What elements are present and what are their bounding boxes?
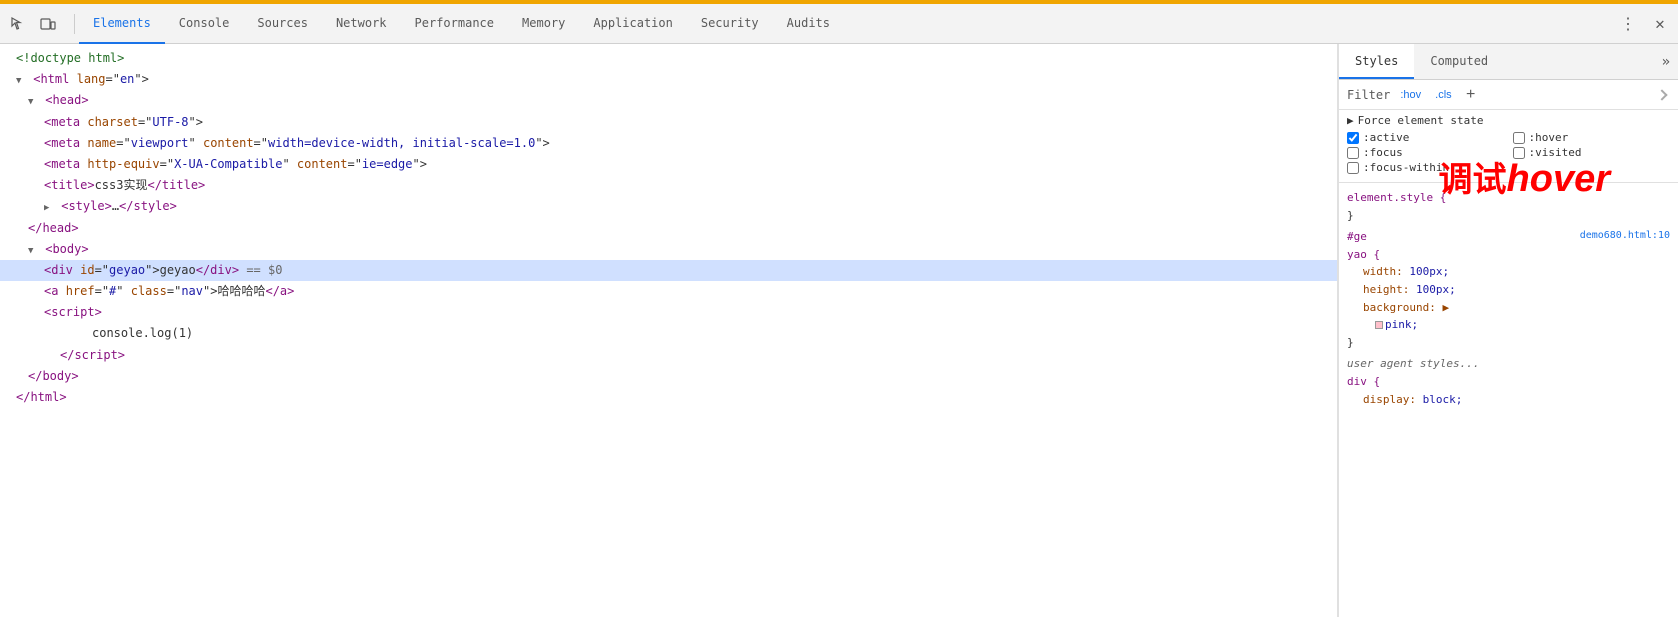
dom-line-console-log[interactable]: console.log(1) (0, 323, 1337, 344)
force-visited-checkbox[interactable] (1513, 147, 1525, 159)
element-style-rule: element.style { } (1339, 187, 1678, 226)
dom-line-title[interactable]: <title>css3实现</title> (0, 175, 1337, 196)
user-agent-rule: user agent styles... div { display: bloc… (1339, 353, 1678, 410)
dom-line-script-close[interactable]: </script> (0, 345, 1337, 366)
tab-sources[interactable]: Sources (243, 4, 322, 44)
force-focus-within-checkbox[interactable] (1347, 162, 1359, 174)
add-style-rule-button[interactable]: + (1462, 86, 1480, 104)
force-active-label: :active (1363, 131, 1409, 144)
force-focus-within-label: :focus-within (1363, 161, 1449, 174)
display-prop: display: block; (1347, 393, 1462, 406)
element-style-selector: element.style { (1347, 191, 1446, 204)
dom-line-head-close[interactable]: </head> (0, 218, 1337, 239)
device-toolbar-icon[interactable] (34, 10, 62, 38)
background-prop: background: ▶ (1347, 301, 1449, 314)
toolbar-divider (74, 14, 75, 34)
close-devtools-icon[interactable]: ✕ (1646, 10, 1674, 38)
right-panel-tabs: Styles Computed » (1339, 44, 1678, 80)
background-value: pink; (1347, 318, 1418, 331)
tab-application[interactable]: Application (579, 4, 686, 44)
main-content: <!doctype html> ▼ <html lang="en"> ▼ <he… (0, 44, 1678, 617)
div-selector: div { (1347, 375, 1380, 388)
force-focus-label: :focus (1363, 146, 1403, 159)
geyao-rule: #ge demo680.html:10 yao { width: 100px; h… (1339, 226, 1678, 353)
dom-line-script[interactable]: <script> (0, 302, 1337, 323)
height-prop: height: 100px; (1347, 283, 1456, 296)
tab-list: Elements Console Sources Network Perform… (79, 4, 1614, 44)
force-state-label: Force element state (1358, 114, 1484, 127)
force-active-item: :active (1347, 131, 1505, 144)
force-visited-label: :visited (1529, 146, 1582, 159)
filter-bar: Filter :hov .cls + (1339, 80, 1678, 110)
dom-line-meta-charset[interactable]: <meta charset="UTF-8"> (0, 112, 1337, 133)
force-focus-within-item: :focus-within (1347, 161, 1505, 174)
geyao-selector-suffix: yao { (1347, 248, 1380, 261)
force-hover-label: :hover (1529, 131, 1569, 144)
toolbar-icons (4, 10, 62, 38)
dom-line-meta-viewport[interactable]: <meta name="viewport" content="width=dev… (0, 133, 1337, 154)
expand-tabs-icon[interactable]: » (1654, 44, 1678, 79)
geyao-selector-prefix: #ge (1347, 230, 1367, 243)
force-state-triangle: ▶ (1347, 114, 1354, 127)
dom-panel: <!doctype html> ▼ <html lang="en"> ▼ <he… (0, 44, 1338, 617)
geyao-rule-close: } (1347, 336, 1354, 349)
force-visited-item: :visited (1513, 146, 1671, 159)
force-focus-item: :focus (1347, 146, 1505, 159)
tab-styles[interactable]: Styles (1339, 44, 1414, 79)
tab-memory[interactable]: Memory (508, 4, 579, 44)
html-tag: <html (33, 72, 76, 86)
head-tag: <head> (45, 93, 88, 107)
dom-line-div-geyao[interactable]: <div id="geyao">geyao</div> == $0 (0, 260, 1337, 281)
right-panel: 调试hover Styles Computed » Filter :hov .c… (1338, 44, 1678, 617)
force-hover-button[interactable]: :hov (1396, 88, 1425, 102)
force-state-grid: :active :hover :focus :visited :focus-wi… (1347, 127, 1670, 178)
dom-line-head[interactable]: ▼ <head> (0, 90, 1337, 111)
geyao-source[interactable]: demo680.html:10 (1580, 228, 1670, 244)
dom-line-meta-compat[interactable]: <meta http-equiv="X-UA-Compatible" conte… (0, 154, 1337, 175)
dom-line-style[interactable]: ▶ <style>…</style> (0, 196, 1337, 217)
force-state-header[interactable]: ▶ Force element state (1347, 114, 1670, 127)
select-element-icon[interactable] (4, 10, 32, 38)
html-close: "> (134, 72, 148, 86)
filter-label: Filter (1347, 88, 1390, 102)
force-hover-checkbox[interactable] (1513, 132, 1525, 144)
html-lang-attr: lang (77, 72, 106, 86)
tab-console[interactable]: Console (165, 4, 244, 44)
dom-line-html-close[interactable]: </html> (0, 387, 1337, 408)
tab-audits[interactable]: Audits (773, 4, 844, 44)
doctype-text: <!doctype html> (16, 51, 124, 65)
tab-security[interactable]: Security (687, 4, 773, 44)
triangle-style[interactable]: ▶ (44, 201, 54, 215)
html-lang-value: en (120, 72, 134, 86)
user-agent-label: user agent styles... (1347, 357, 1479, 370)
tab-computed[interactable]: Computed (1414, 44, 1504, 79)
styles-content: element.style { } #ge demo680.html:10 yao… (1339, 183, 1678, 617)
force-element-state-section: ▶ Force element state :active :hover :fo… (1339, 110, 1678, 183)
devtools-toolbar: Elements Console Sources Network Perform… (0, 4, 1678, 44)
dom-line-body[interactable]: ▼ <body> (0, 239, 1337, 260)
pink-swatch (1375, 321, 1383, 329)
width-prop: width: 100px; (1347, 265, 1449, 278)
tab-network[interactable]: Network (322, 4, 401, 44)
tab-elements[interactable]: Elements (79, 4, 165, 44)
force-active-checkbox[interactable] (1347, 132, 1359, 144)
triangle-html[interactable]: ▼ (16, 74, 26, 88)
force-cls-button[interactable]: .cls (1431, 88, 1456, 102)
dom-line-body-close[interactable]: </body> (0, 366, 1337, 387)
meta-charset-tag: <meta (44, 115, 87, 129)
scroll-indicator-icon (1656, 89, 1667, 100)
tab-performance[interactable]: Performance (401, 4, 508, 44)
more-options-icon[interactable]: ⋮ (1614, 10, 1642, 38)
triangle-body[interactable]: ▼ (28, 244, 38, 258)
html-equals: =" (106, 72, 120, 86)
dom-line-html[interactable]: ▼ <html lang="en"> (0, 69, 1337, 90)
force-hover-item: :hover (1513, 131, 1671, 144)
dom-line-doctype[interactable]: <!doctype html> (0, 48, 1337, 69)
triangle-head[interactable]: ▼ (28, 95, 38, 109)
force-focus-checkbox[interactable] (1347, 147, 1359, 159)
element-style-close: } (1347, 209, 1354, 222)
dom-line-anchor[interactable]: <a href="#" class="nav">哈哈哈哈</a> (0, 281, 1337, 302)
toolbar-right: ⋮ ✕ (1614, 10, 1674, 38)
